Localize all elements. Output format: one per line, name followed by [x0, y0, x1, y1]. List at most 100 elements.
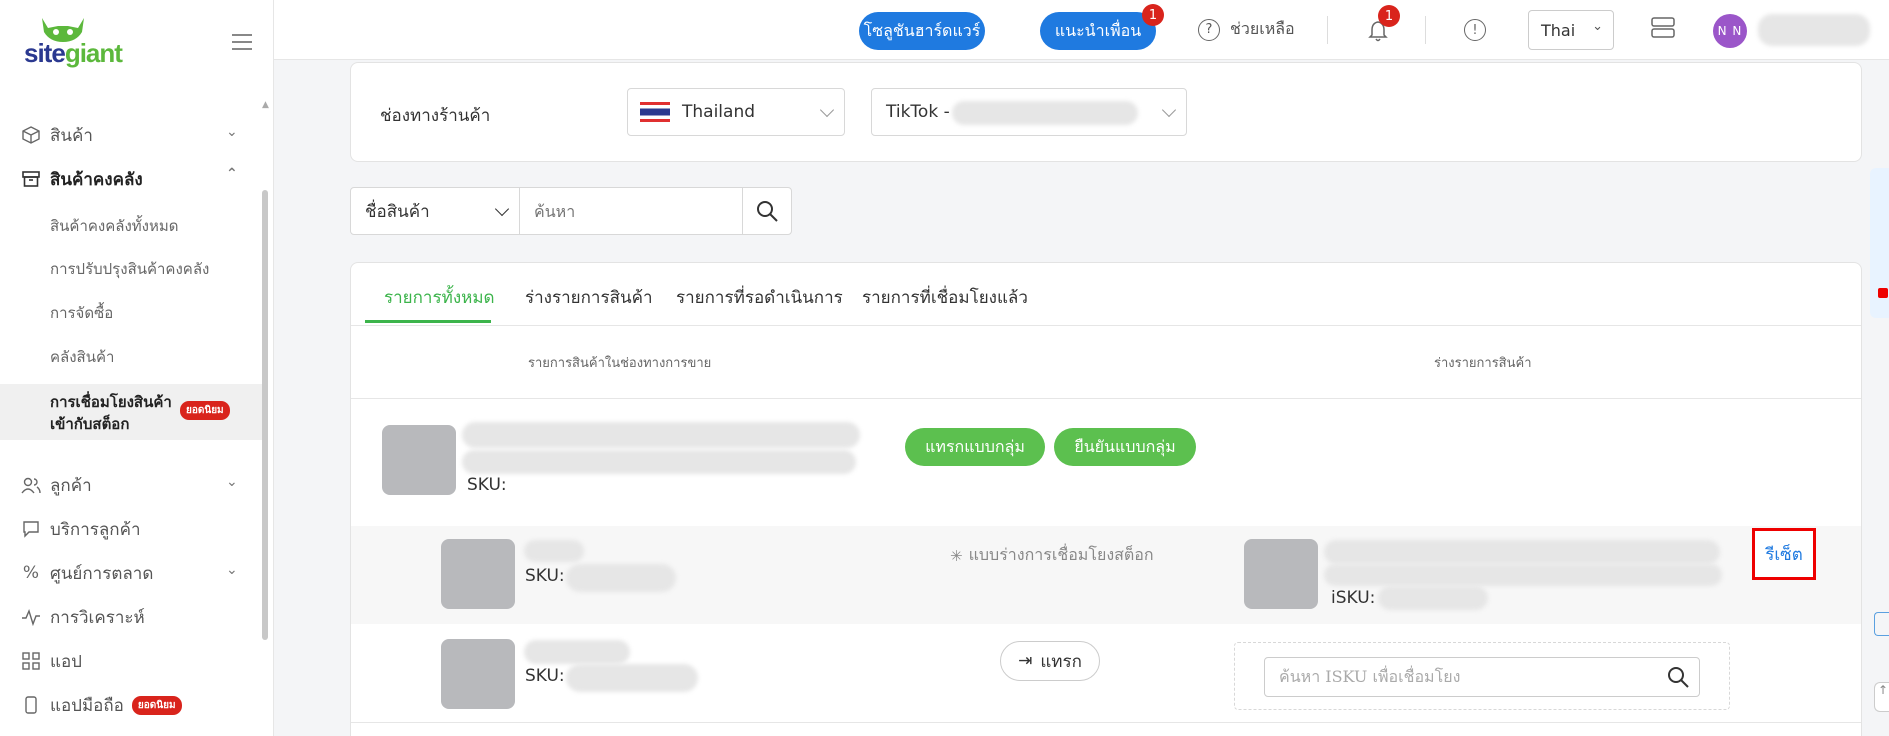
scroll-top-icon[interactable]: ↑: [1874, 682, 1889, 712]
sidebar-subitem-stock-linking[interactable]: การเชื่อมโยงสินค้า เข้ากับสต็อก ยอดนิยม: [0, 384, 262, 440]
percent-icon: %: [22, 563, 40, 583]
chevron-down-icon: [1161, 102, 1177, 118]
users-icon: [20, 474, 42, 496]
sidebar-item-mobile-app[interactable]: แอปมือถือ ยอดนิยม: [20, 690, 182, 720]
sidebar-item-analytics[interactable]: การวิเคราะห์: [20, 602, 145, 632]
bulk-confirm-button[interactable]: ยืนยันแบบกลุ่ม: [1054, 428, 1196, 466]
sidebar-subitem-label: เข้ากับสต็อก: [50, 415, 130, 433]
sidebar-item-inventory[interactable]: สินค้าคงคลัง ⌃: [20, 164, 238, 194]
divider: [351, 722, 1861, 723]
tab-draft[interactable]: ร่างรายการสินค้า: [525, 284, 653, 311]
hardware-solutions-button[interactable]: โซลูชันฮาร์ดแวร์: [859, 12, 985, 50]
divider: [351, 398, 1861, 399]
variant-sku-label: SKU:: [525, 666, 565, 686]
store-select[interactable]: TikTok -: [871, 88, 1187, 136]
chevron-down-icon: [494, 201, 510, 217]
sidebar-item-label: สินค้าคงคลัง: [50, 169, 143, 190]
variant-name-redacted: [524, 540, 584, 562]
chevron-down-icon: ⌄: [226, 124, 238, 140]
variant-thumbnail: [441, 639, 515, 709]
sidebar-item-products[interactable]: สินค้า ⌄: [20, 120, 238, 150]
chevron-down-icon: ⌄: [1592, 19, 1603, 34]
menu-toggle-icon[interactable]: [232, 34, 252, 55]
alert-icon[interactable]: !: [1464, 19, 1486, 41]
sidebar-subitem-purchasing[interactable]: การจัดซื้อ: [50, 301, 113, 325]
store-label: TikTok -: [886, 102, 950, 122]
variant-sku-redacted: [566, 664, 698, 692]
link-status: ✳ แบบร่างการเชื่อมโยงสต็อก: [950, 543, 1154, 568]
sidebar-item-label: การวิเคราะห์: [50, 607, 145, 628]
sidebar-item-marketing[interactable]: % ศูนย์การตลาด ⌄: [20, 558, 238, 588]
column-header-draft-items: ร่างรายการสินค้า: [1434, 356, 1532, 371]
search-button[interactable]: [742, 187, 792, 235]
chevron-down-icon: ⌄: [226, 562, 238, 578]
sidebar-item-label: แอปมือถือ: [50, 695, 124, 716]
draft-item-name-redacted: [1324, 540, 1720, 564]
sidebar-item-apps[interactable]: แอป: [20, 646, 82, 676]
isku-search-input[interactable]: ค้นหา ISKU เพื่อเชื่อมโยง: [1264, 657, 1700, 697]
tab-linked[interactable]: รายการที่เชื่อมโยงแล้ว: [862, 284, 1028, 311]
link-status-label: แบบร่างการเชื่อมโยงสต็อก: [968, 545, 1154, 564]
variant-sku-redacted: [566, 564, 676, 592]
floating-feedback-tab[interactable]: [1870, 168, 1889, 318]
insert-button[interactable]: ⇥ แทรก: [1000, 641, 1100, 681]
draft-item-thumbnail: [1244, 539, 1318, 609]
draft-item-name-redacted: [1324, 564, 1722, 586]
mail-icon[interactable]: [1874, 612, 1889, 636]
sidebar-scroll-up-icon[interactable]: ▲: [262, 100, 269, 110]
variant-name-redacted: [524, 640, 630, 664]
chevron-down-icon: [819, 102, 835, 118]
language-select[interactable]: Thai ⌄: [1528, 10, 1614, 50]
refer-friend-button[interactable]: แนะนำเพื่อน: [1040, 12, 1156, 50]
sidebar-item-label: ลูกค้า: [50, 475, 92, 496]
search-field-label: ชื่อสินค้า: [365, 201, 430, 222]
bulk-insert-button[interactable]: แทรกแบบกลุ่ม: [905, 428, 1045, 466]
pulse-icon: [20, 606, 42, 628]
draft-item-isku-label: iSKU:: [1331, 588, 1376, 608]
reset-button[interactable]: รีเซ็ต: [1752, 528, 1816, 580]
search-icon: [1668, 667, 1689, 688]
sidebar-subitem-label: การเชื่อมโยงสินค้า: [50, 393, 172, 411]
sidebar-item-label: แอป: [50, 651, 82, 672]
tab-all[interactable]: รายการทั้งหมด: [384, 284, 495, 311]
sidebar-subitem-inventory-adjust[interactable]: การปรับปรุงสินค้าคงคลัง: [50, 257, 209, 281]
sidebar-item-customer-service[interactable]: บริการลูกค้า: [20, 514, 141, 544]
tab-pending[interactable]: รายการที่รอดำเนินการ: [676, 284, 843, 311]
mobile-icon: [20, 694, 42, 716]
country-label: Thailand: [682, 102, 756, 122]
video-icon: [1878, 288, 1888, 298]
help-label: ช่วยเหลือ: [1230, 19, 1295, 38]
server-icon[interactable]: [1650, 16, 1676, 40]
avatar[interactable]: N N: [1713, 14, 1747, 48]
popular-badge: ยอดนิยม: [180, 401, 230, 420]
product-sku-label: SKU:: [467, 475, 507, 495]
draft-item-isku-redacted: [1378, 586, 1488, 610]
grid-icon: [20, 650, 42, 672]
variant-thumbnail: [441, 539, 515, 609]
active-tab-indicator: [365, 320, 491, 323]
username-redacted: [1758, 14, 1870, 46]
language-label: Thai: [1541, 20, 1576, 40]
thailand-flag-icon: [640, 102, 670, 122]
product-name-redacted: [462, 422, 860, 448]
archive-icon: [20, 168, 42, 190]
isku-search-placeholder: ค้นหา ISKU เพื่อเชื่อมโยง: [1279, 666, 1461, 686]
country-select[interactable]: Thailand: [627, 88, 845, 136]
column-header-channel-items: รายการสินค้าในช่องทางการขาย: [528, 356, 712, 371]
channel-label: ช่องทางร้านค้า: [380, 106, 491, 126]
sidebar-item-customers[interactable]: ลูกค้า ⌄: [20, 470, 238, 500]
popular-badge: ยอดนิยม: [131, 695, 182, 715]
sidebar-subitem-warehouse[interactable]: คลังสินค้า: [50, 345, 114, 369]
divider: [351, 325, 1861, 326]
search-field-select[interactable]: ชื่อสินค้า: [350, 187, 520, 235]
sidebar-scrollbar[interactable]: [262, 190, 268, 640]
search-input[interactable]: [519, 187, 743, 235]
help-link[interactable]: ? ช่วยเหลือ: [1198, 17, 1295, 42]
sidebar-item-label: บริการลูกค้า: [50, 519, 141, 540]
sign-in-icon: ⇥: [1018, 651, 1033, 671]
sidebar-subitem-all-inventory[interactable]: สินค้าคงคลังทั้งหมด: [50, 214, 179, 238]
chevron-down-icon: ⌄: [226, 474, 238, 490]
notification-count-badge: 1: [1378, 5, 1400, 27]
product-thumbnail: [382, 425, 456, 495]
variant-sku-label: SKU:: [525, 566, 565, 586]
